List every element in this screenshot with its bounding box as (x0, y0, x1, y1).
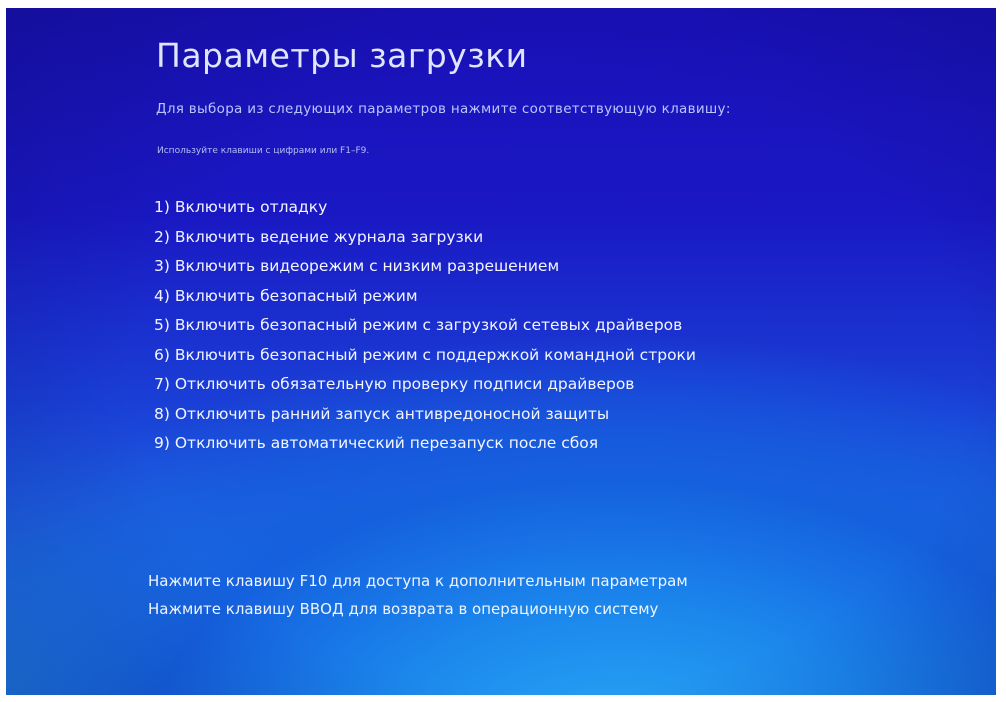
option-enable-safe-mode-networking[interactable]: 5) Включить безопасный режим с загрузкой… (154, 314, 696, 344)
footer-instructions: Нажмите клавишу F10 для доступа к дополн… (148, 570, 688, 626)
enter-return-hint[interactable]: Нажмите клавишу ВВОД для возврата в опер… (148, 598, 688, 626)
option-disable-early-launch-antimalware[interactable]: 8) Отключить ранний запуск антивредоносн… (154, 403, 696, 433)
f10-more-options-hint[interactable]: Нажмите клавишу F10 для доступа к дополн… (148, 570, 688, 598)
keys-hint: Используйте клавиши с цифрами или F1–F9. (157, 146, 370, 156)
option-enable-boot-logging[interactable]: 2) Включить ведение журнала загрузки (154, 226, 696, 256)
instruction-text: Для выбора из следующих параметров нажми… (156, 101, 731, 117)
option-disable-auto-restart[interactable]: 9) Отключить автоматический перезапуск п… (154, 432, 696, 462)
option-disable-driver-signature-enforcement[interactable]: 7) Отключить обязательную проверку подпи… (154, 373, 696, 403)
option-enable-low-resolution-video[interactable]: 3) Включить видеорежим с низким разрешен… (154, 255, 696, 285)
option-enable-safe-mode-command-prompt[interactable]: 6) Включить безопасный режим с поддержко… (154, 344, 696, 374)
option-enable-safe-mode[interactable]: 4) Включить безопасный режим (154, 285, 696, 315)
startup-settings-screen: Параметры загрузки Для выбора из следующ… (6, 8, 996, 695)
boot-options-list: 1) Включить отладку 2) Включить ведение … (154, 196, 696, 462)
page-title: Параметры загрузки (156, 36, 528, 75)
photo-frame: Параметры загрузки Для выбора из следующ… (0, 0, 1006, 702)
option-enable-debugging[interactable]: 1) Включить отладку (154, 196, 696, 226)
